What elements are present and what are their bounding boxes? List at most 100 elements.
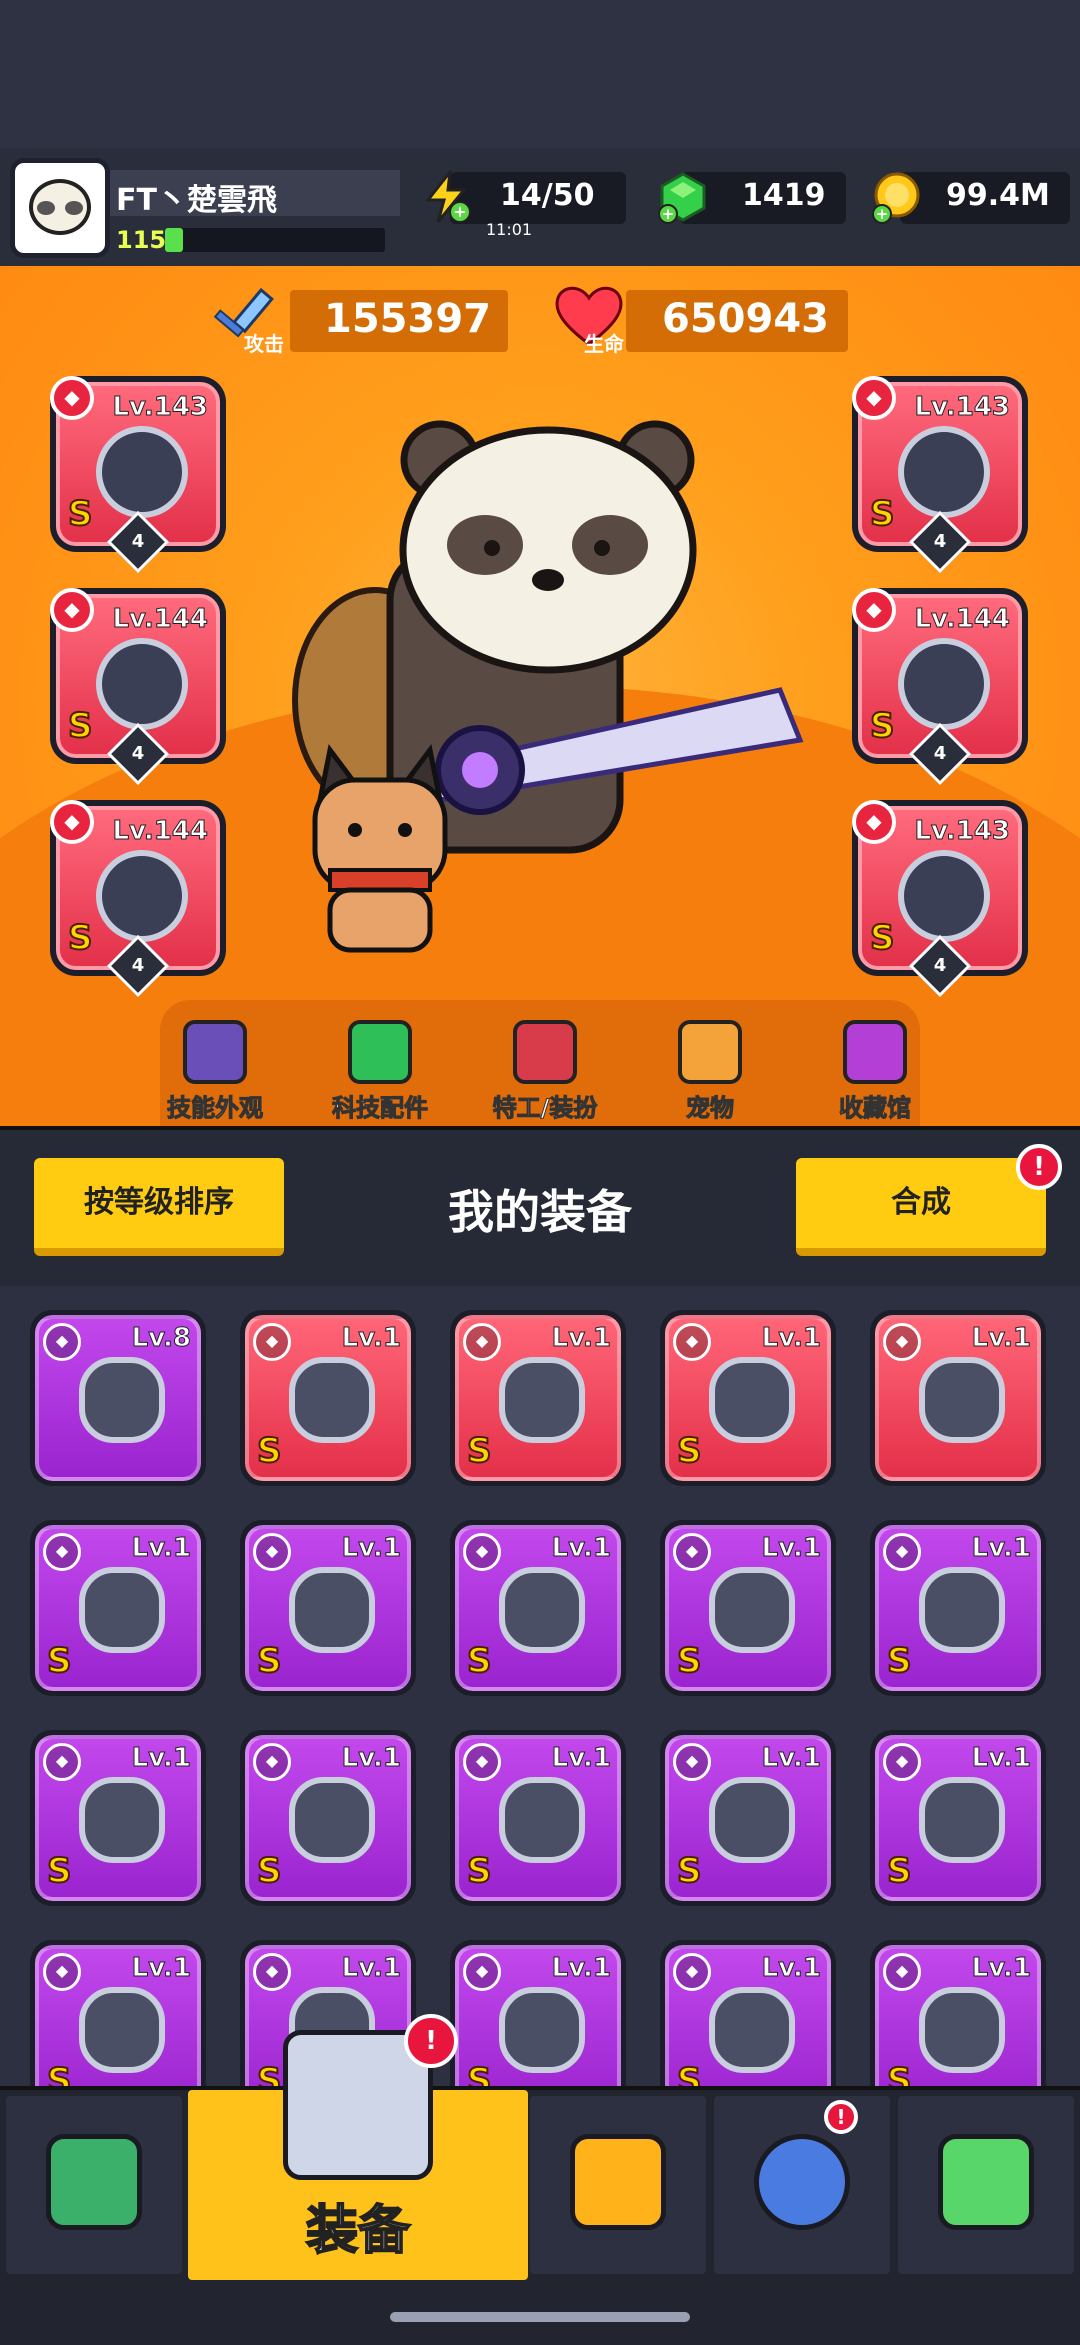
inventory-item[interactable]: ◆ Lv.8: [30, 1310, 206, 1486]
coin-value: 99.4M: [946, 178, 1050, 213]
skin-hat-icon: [183, 1020, 247, 1084]
item-frame: ◆ Lv.1 S: [455, 1945, 621, 2086]
item-frame: ◆ Lv.1 S: [245, 1735, 411, 1901]
slot-grade: S: [67, 493, 93, 535]
necklace-category-icon: ◆: [50, 588, 94, 632]
item-grade: S: [46, 1640, 72, 1682]
inventory-item[interactable]: ◆ Lv.1 S: [870, 1940, 1046, 2086]
tab-agent[interactable]: 特工/装扮: [480, 1020, 610, 1123]
merge-alert-badge: !: [1016, 1144, 1062, 1190]
slot-level: Lv.144: [914, 604, 1011, 635]
star-count: 4: [131, 743, 145, 764]
health-value: 650943: [662, 296, 829, 342]
item-level: Lv.1: [551, 1323, 611, 1354]
lightning-icon: +: [424, 170, 471, 223]
item-frame: ◆ Lv.1 S: [35, 1525, 201, 1691]
slot-level: Lv.144: [112, 604, 209, 635]
item-grade: S: [466, 1850, 492, 1892]
flame-sword-icon: [289, 1357, 375, 1443]
inventory-item[interactable]: ◆ Lv.1 S: [450, 1520, 626, 1696]
item-grade: S: [256, 2060, 282, 2086]
item-level: Lv.1: [341, 1533, 401, 1564]
tab-skin-hat[interactable]: 技能外观: [150, 1020, 280, 1123]
kunai-icon: [919, 1357, 1005, 1443]
tab-collection-chest[interactable]: 收藏馆: [810, 1020, 940, 1123]
item-frame: ◆ Lv.1 S: [665, 1525, 831, 1691]
inventory-item[interactable]: ◆ Lv.1 S: [30, 1520, 206, 1696]
equipped-slot-boots[interactable]: ◆ Lv.143 S 4: [852, 800, 1028, 998]
health-label: 生命: [584, 332, 624, 356]
merge-button[interactable]: 合成: [796, 1158, 1046, 1256]
slot-frame: ◆ Lv.144 S 4: [852, 588, 1022, 786]
tab-pet-dog[interactable]: 宠物: [645, 1020, 775, 1123]
tab-tech-chip[interactable]: 科技配件: [315, 1020, 445, 1123]
energy-value: 14/50: [500, 178, 595, 213]
dna-capsule-icon: [938, 2134, 1034, 2230]
inventory-item[interactable]: ◆ Lv.1 S: [450, 1730, 626, 1906]
item-level: Lv.1: [761, 1953, 821, 1984]
item-level: Lv.1: [341, 1953, 401, 1984]
nav-world-ball[interactable]: [714, 2096, 890, 2274]
equipped-slot-necklace[interactable]: ◆ Lv.144 S 4: [50, 588, 226, 786]
inventory-item[interactable]: ◆ Lv.1 S: [660, 1730, 836, 1906]
world-ball-icon: [754, 2134, 850, 2230]
inventory-item[interactable]: ◆ Lv.1 S: [240, 1310, 416, 1486]
item-level: Lv.1: [551, 1953, 611, 1984]
inventory-item[interactable]: ◆ Lv.1 S: [450, 1310, 626, 1486]
inventory-item[interactable]: ◆ Lv.1 S: [660, 1310, 836, 1486]
status-bar-area: [0, 0, 1080, 148]
equipped-slot-armor[interactable]: ◆ Lv.143 S 4: [852, 376, 1028, 574]
category-icon: ◆: [43, 1533, 81, 1571]
category-icon: ◆: [883, 1953, 921, 1991]
boots-icon: [898, 850, 990, 942]
star-count: 4: [933, 955, 947, 976]
equipped-slot-belt[interactable]: ◆ Lv.144 S 4: [852, 588, 1028, 786]
inventory-item[interactable]: ◆ Lv.1 S: [30, 1940, 206, 2086]
inventory-grid[interactable]: ◆ Lv.8 ◆ Lv.1 S ◆ Lv.1 S ◆ Lv.1 S ◆ Lv.1 ◆ Lv.1 S ◆ Lv.1 S…: [0, 1286, 1080, 2086]
item-level: Lv.1: [971, 1533, 1031, 1564]
nav-shop[interactable]: [6, 2096, 182, 2274]
tab-label: 特工/装扮: [492, 1094, 598, 1123]
item-frame: ◆ Lv.8: [35, 1315, 201, 1481]
nav-swords-star[interactable]: [530, 2096, 706, 2274]
slot-grade: S: [869, 493, 895, 535]
nav-dna-capsule[interactable]: [898, 2096, 1074, 2274]
player-avatar[interactable]: [10, 158, 110, 258]
equipped-slot-gloves[interactable]: ◆ Lv.144 S 4: [50, 800, 226, 998]
chain-necklace-icon: [499, 1987, 585, 2073]
category-icon: ◆: [253, 1323, 291, 1361]
slot-grade: S: [67, 705, 93, 747]
inventory-item[interactable]: ◆ Lv.1 S: [240, 1730, 416, 1906]
item-frame: ◆ Lv.1 S: [875, 1735, 1041, 1901]
item-grade: S: [256, 1640, 282, 1682]
item-level: Lv.1: [341, 1323, 401, 1354]
item-level: Lv.1: [761, 1533, 821, 1564]
star-necklace-icon: [96, 638, 188, 730]
equipped-slot-weapon[interactable]: ◆ Lv.143 S 4: [50, 376, 226, 574]
belt-icon: [898, 638, 990, 730]
item-grade: S: [256, 1430, 282, 1472]
nav-label: 装备: [305, 2200, 411, 2262]
inventory-item[interactable]: ◆ Lv.1 S: [660, 1520, 836, 1696]
inventory-item[interactable]: ◆ Lv.1 S: [660, 1940, 836, 2086]
item-frame: ◆ Lv.1 S: [35, 1945, 201, 2086]
item-frame: ◆ Lv.1 S: [665, 1315, 831, 1481]
inventory-item[interactable]: ◆ Lv.1 S: [870, 1730, 1046, 1906]
inventory-item[interactable]: ◆ Lv.1 S: [450, 1940, 626, 2086]
item-grade: S: [886, 2060, 912, 2086]
inventory-item[interactable]: ◆ Lv.1 S: [240, 1520, 416, 1696]
item-level: Lv.1: [971, 1743, 1031, 1774]
item-frame: ◆ Lv.1: [875, 1315, 1041, 1481]
inventory-item[interactable]: ◆ Lv.1: [870, 1310, 1046, 1486]
svg-text:+: +: [876, 205, 889, 223]
attack-label: 攻击: [244, 332, 284, 356]
xp-bar: [165, 228, 385, 252]
swords-star-icon: [570, 2134, 666, 2230]
category-icon: ◆: [883, 1533, 921, 1571]
star-count: 4: [131, 955, 145, 976]
category-icon: ◆: [463, 1323, 501, 1361]
category-icon: ◆: [43, 1953, 81, 1991]
player-level: 115: [116, 226, 167, 254]
inventory-item[interactable]: ◆ Lv.1 S: [870, 1520, 1046, 1696]
inventory-item[interactable]: ◆ Lv.1 S: [30, 1730, 206, 1906]
